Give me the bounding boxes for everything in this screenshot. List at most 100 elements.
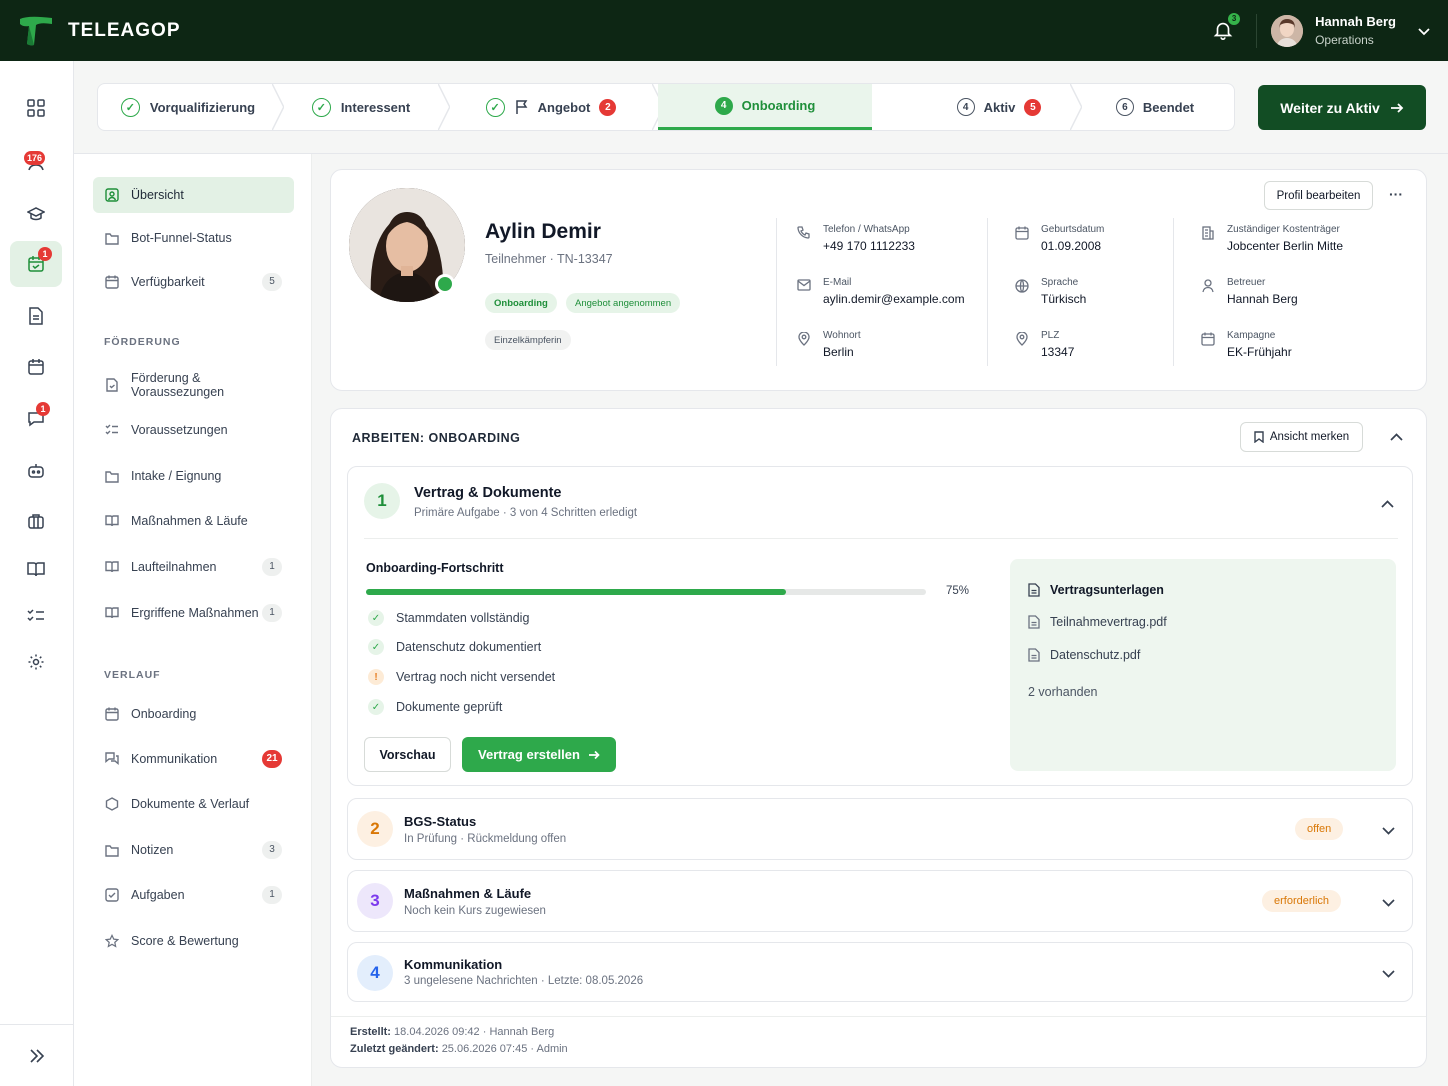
mail-icon	[795, 277, 813, 306]
step-angebot[interactable]: ✓ Angebot 2	[444, 84, 664, 130]
book-icon[interactable]	[10, 546, 62, 592]
field-kampagne: Kampagne EK-Frühjahr	[1199, 330, 1292, 359]
chevron-down-icon[interactable]	[1382, 967, 1395, 981]
chevron-up-icon[interactable]	[1381, 497, 1394, 511]
calendar-icon[interactable]	[10, 344, 62, 390]
book-icon	[105, 560, 119, 574]
advance-to-active-button[interactable]: Weiter zu Aktiv	[1258, 85, 1426, 130]
phone-value[interactable]: +49 170 1112233	[823, 239, 915, 253]
warning-icon: !	[368, 669, 384, 685]
create-contract-button[interactable]: Vertrag erstellen	[462, 737, 616, 772]
nav-label: Laufteilnahmen	[131, 560, 217, 574]
wohnort-value: Berlin	[823, 345, 854, 359]
field-email: E-Mail aylin.demir@example.com	[795, 277, 965, 306]
progress-percent: 75%	[946, 585, 970, 597]
nav-ergriffene-massnahmen[interactable]: Ergriffene Maßnahmen 1	[93, 595, 294, 631]
task-bgs-status[interactable]: 2 BGS-Status In Prüfung · Rückmeldung of…	[347, 798, 1413, 860]
meta-label: Erstellt:	[350, 1026, 391, 1038]
nav-massnahmen-laeufe[interactable]: Maßnahmen & Läufe	[93, 503, 294, 539]
task-number: 1	[364, 483, 400, 519]
chevron-down-icon[interactable]	[1382, 824, 1395, 838]
bot-icon[interactable]	[10, 448, 62, 494]
user-info[interactable]: Hannah Berg Operations	[1315, 14, 1396, 47]
email-value[interactable]: aylin.demir@example.com	[823, 292, 965, 306]
task-vertrag-dokumente: 1 Vertrag & Dokumente Primäre Aufgabe · …	[347, 466, 1413, 786]
nav-kommunikation[interactable]: Kommunikation 21	[93, 741, 294, 777]
calendar-icon	[1013, 224, 1031, 253]
field-wohnort: Wohnort Berlin	[795, 330, 861, 359]
hexagon-icon	[105, 797, 119, 811]
dashboard-icon[interactable]	[10, 85, 62, 131]
nav-laufteilnahmen[interactable]: Laufteilnahmen 1	[93, 549, 294, 585]
graduation-cap-icon[interactable]	[10, 191, 62, 237]
button-label: Ansicht merken	[1269, 431, 1350, 443]
checklist-label: Stammdaten vollständig	[396, 611, 530, 625]
notifications-bell-icon[interactable]: 3	[1212, 12, 1241, 43]
document-link[interactable]: Teilnahmevertrag.pdf	[1028, 615, 1167, 629]
task-massnahmen-laeufe[interactable]: 3 Maßnahmen & Läufe Noch kein Kurs zugew…	[347, 870, 1413, 932]
plz-value: 13347	[1041, 345, 1075, 359]
chevron-down-icon[interactable]	[1382, 896, 1395, 910]
edit-profile-button[interactable]: Profil bearbeiten	[1264, 181, 1373, 210]
user-card-icon	[105, 188, 119, 202]
nav-voraussetzungen[interactable]: Voraussetzungen	[93, 412, 294, 448]
task-kommunikation[interactable]: 4 Kommunikation 3 ungelesene Nachrichten…	[347, 942, 1413, 1002]
step-interessent[interactable]: ✓ Interessent	[278, 84, 450, 130]
save-view-button[interactable]: Ansicht merken	[1240, 422, 1363, 452]
divider	[1173, 218, 1174, 366]
check-icon: ✓	[485, 97, 505, 117]
field-label: Geburtsdatum	[1041, 224, 1105, 235]
nav-verfuegbarkeit[interactable]: Verfügbarkeit 5	[93, 264, 294, 300]
briefcase-icon[interactable]	[10, 498, 62, 544]
messages-badge: 1	[36, 402, 50, 416]
chevron-down-icon[interactable]	[1418, 23, 1430, 39]
participants-badge: 176	[24, 151, 46, 165]
document-icon[interactable]	[10, 293, 62, 339]
nav-intake-eignung[interactable]: Intake / Eignung	[93, 458, 294, 494]
nav-count: 1	[262, 604, 282, 622]
step-vorqualifizierung[interactable]: ✓ Vorqualifizierung	[98, 84, 284, 130]
nav-bot-funnel-status[interactable]: Bot-Funnel-Status	[93, 220, 294, 256]
step-beendet[interactable]: 6 Beendet	[1076, 84, 1234, 130]
nav-label: Förderung & Voraussezungen	[131, 371, 225, 399]
document-name: Datenschutz.pdf	[1050, 648, 1141, 662]
task-number: 2	[357, 811, 393, 847]
step-aktiv[interactable]: 4 Aktiv 5	[872, 84, 1082, 130]
nav-notizen[interactable]: Notizen 3	[93, 832, 294, 868]
nav-foerderung-voraussetzungen[interactable]: Förderung & Voraussezungen	[93, 367, 294, 403]
checklist-icon[interactable]	[10, 593, 62, 639]
progress-bar-fill	[366, 589, 786, 595]
avatar[interactable]	[1271, 14, 1304, 47]
nav-aufgaben[interactable]: Aufgaben 1	[93, 877, 294, 913]
nav-count: 1	[262, 886, 282, 904]
book-icon	[105, 606, 119, 620]
star-icon	[105, 934, 119, 948]
task-subtitle: Noch kein Kurs zugewiesen	[404, 905, 546, 917]
document-link[interactable]: Datenschutz.pdf	[1028, 648, 1140, 662]
checklist-icon	[105, 423, 119, 437]
preview-button[interactable]: Vorschau	[364, 737, 451, 772]
more-options-icon[interactable]: ···	[1389, 186, 1403, 202]
checklist-item: ! Vertrag noch nicht versendet	[368, 669, 555, 685]
task-title: Vertrag & Dokumente	[414, 485, 562, 501]
nav-count: 21	[262, 750, 282, 768]
kampagne-value: EK-Frühjahr	[1227, 345, 1292, 359]
nav-uebersicht[interactable]: Übersicht	[93, 177, 294, 213]
location-pin-icon	[795, 330, 813, 359]
folder-icon	[105, 469, 119, 483]
expand-sidebar-icon[interactable]	[0, 1024, 74, 1086]
nav-onboarding[interactable]: Onboarding	[93, 696, 294, 732]
participants-icon[interactable]: 176	[10, 139, 62, 185]
nav-label: Maßnahmen & Läufe	[131, 514, 248, 528]
nav-label: Ergriffene Maßnahmen	[131, 606, 259, 620]
chat-icon[interactable]: 1	[10, 396, 62, 442]
chevron-up-icon[interactable]	[1390, 430, 1403, 444]
onboarding-calendar-icon[interactable]: 1	[10, 241, 62, 287]
nav-dokumente-verlauf[interactable]: Dokumente & Verlauf	[93, 786, 294, 822]
divider	[364, 538, 1398, 539]
step-onboarding[interactable]: 4 Onboarding	[658, 84, 872, 130]
task-title: BGS-Status	[404, 814, 477, 829]
nav-score-bewertung[interactable]: Score & Bewertung	[93, 923, 294, 959]
nav-label: Onboarding	[131, 707, 197, 721]
gear-icon[interactable]	[10, 639, 62, 685]
